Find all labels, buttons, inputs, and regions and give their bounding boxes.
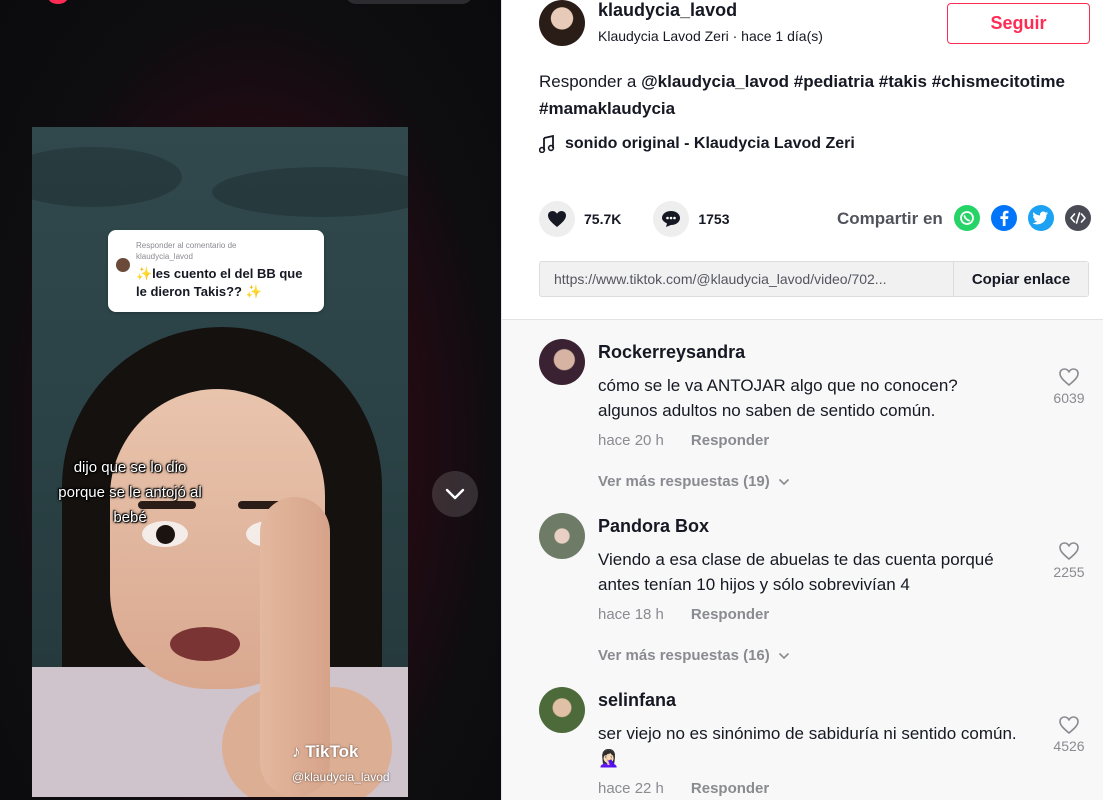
follow-button[interactable]: Seguir [947,3,1090,44]
view-more-replies[interactable]: Ver más respuestas (19) [598,473,790,490]
music-link[interactable]: sonido original - Klaudycia Lavod Zeri [539,135,855,153]
comment-username[interactable]: Pandora Box [598,516,709,537]
copy-link-button[interactable]: Copiar enlace [953,262,1088,296]
twitter-icon[interactable] [1028,205,1054,231]
reply-prefix: Responder a [539,72,637,91]
like-button[interactable] [539,201,575,237]
comments-list[interactable]: Rockerreysandra cómo se le va ANTOJAR al… [502,319,1103,800]
music-note-icon [539,135,555,153]
close-button[interactable] [48,0,68,4]
tiktok-logo-icon: ♪ [292,742,301,761]
video-caption: dijo que se lo dio porque se le antojó a… [58,459,202,526]
avatar[interactable] [539,513,585,559]
comment-text: ser viejo no es sinónimo de sabiduría ni… [598,724,1017,768]
comment-time: hace 22 h [598,780,664,797]
engagement-stats: 75.7K 1753 [539,201,762,237]
reply-card-text: ✨les cuento el del BB que le dieron Taki… [136,266,303,299]
view-more-replies-label: Ver más respuestas (19) [598,473,770,490]
view-more-replies-label: Ver más respuestas (16) [598,647,770,664]
reply-button[interactable]: Responder [691,432,769,449]
background-fold [32,147,182,207]
comment-icon [662,211,681,227]
comment-username[interactable]: selinfana [598,690,676,711]
mouth [170,627,240,661]
mention-link[interactable]: @klaudycia_lavod [641,72,789,91]
reply-to-comment-card: Responder al comentario de klaudycia_lav… [108,230,324,312]
next-video-button[interactable] [432,471,478,517]
whatsapp-icon[interactable] [954,205,980,231]
search-pill[interactable] [345,0,473,4]
comment-like-count: 6039 [1053,390,1085,406]
share-icons [954,205,1091,231]
video-description: Responder a @klaudycia_lavod #pediatria … [539,68,1089,122]
video-details-panel: klaudycia_lavod Klaudycia Lavod Zeri · h… [501,0,1103,800]
comment-like-count: 2255 [1053,564,1085,580]
watermark-user: @klaudycia_lavod [292,770,390,784]
comment-meta: hace 20 h Responder [598,432,769,449]
chevron-down-icon [778,652,789,659]
reply-card-username: klaudycia_lavod [136,252,193,261]
comment-text: Viendo a esa clase de abuelas te das cue… [598,550,994,594]
tiktok-video-page: Responder al comentario de klaudycia_lav… [0,0,1103,800]
reply-card-header: Responder al comentario de [136,241,237,250]
comment-like-count: 4526 [1053,738,1085,754]
heart-outline-icon [1059,368,1079,387]
background-fold [212,167,408,217]
share-label: Compartir en [837,209,943,228]
comment-like[interactable]: 2255 [1048,541,1090,580]
author-display-name: Klaudycia Lavod Zeri · hace 1 día(s) [598,28,823,44]
embed-icon[interactable] [1065,205,1091,231]
heart-icon [548,211,566,227]
like-count: 75.7K [584,211,622,227]
comment-username[interactable]: Rockerreysandra [598,342,745,363]
video-url-field[interactable]: https://www.tiktok.com/@klaudycia_lavod/… [540,262,953,296]
comment-time: hace 18 h [598,606,664,623]
music-label: sonido original - Klaudycia Lavod Zeri [565,135,855,152]
video-panel: Responder al comentario de klaudycia_lav… [0,0,501,800]
author-avatar[interactable] [539,0,585,46]
avatar[interactable] [539,687,585,733]
watermark-brand: TikTok [305,742,359,761]
chevron-down-icon [445,488,465,500]
reply-button[interactable]: Responder [691,606,769,623]
tiktok-watermark: ♪ TikTok [292,742,358,762]
comment-like[interactable]: 4526 [1048,715,1090,754]
share-link-box: https://www.tiktok.com/@klaudycia_lavod/… [539,261,1089,297]
facebook-icon[interactable] [991,205,1017,231]
heart-outline-icon [1059,716,1079,735]
chevron-down-icon [778,478,789,485]
author-username[interactable]: klaudycia_lavod [598,0,737,21]
comment-button[interactable] [653,201,690,237]
reply-button[interactable]: Responder [691,780,769,797]
avatar [116,258,130,272]
comment-like[interactable]: 6039 [1048,367,1090,406]
comment-text: cómo se le va ANTOJAR algo que no conoce… [598,376,958,420]
comment-time: hace 20 h [598,432,664,449]
comment-meta: hace 22 h Responder [598,780,769,797]
avatar[interactable] [539,339,585,385]
comment-count: 1753 [698,211,730,227]
heart-outline-icon [1059,542,1079,561]
comment-meta: hace 18 h Responder [598,606,769,623]
view-more-replies[interactable]: Ver más respuestas (16) [598,647,790,664]
